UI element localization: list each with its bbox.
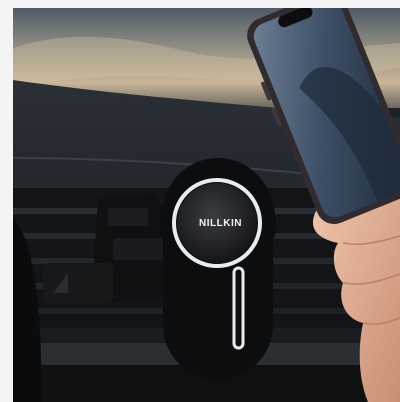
magnetic-mount: NILLKIN — [160, 158, 276, 380]
product-photo: NILLKIN — [13, 8, 400, 402]
photo-scene: NILLKIN — [13, 8, 400, 402]
brand-logo: NILLKIN — [199, 218, 242, 229]
